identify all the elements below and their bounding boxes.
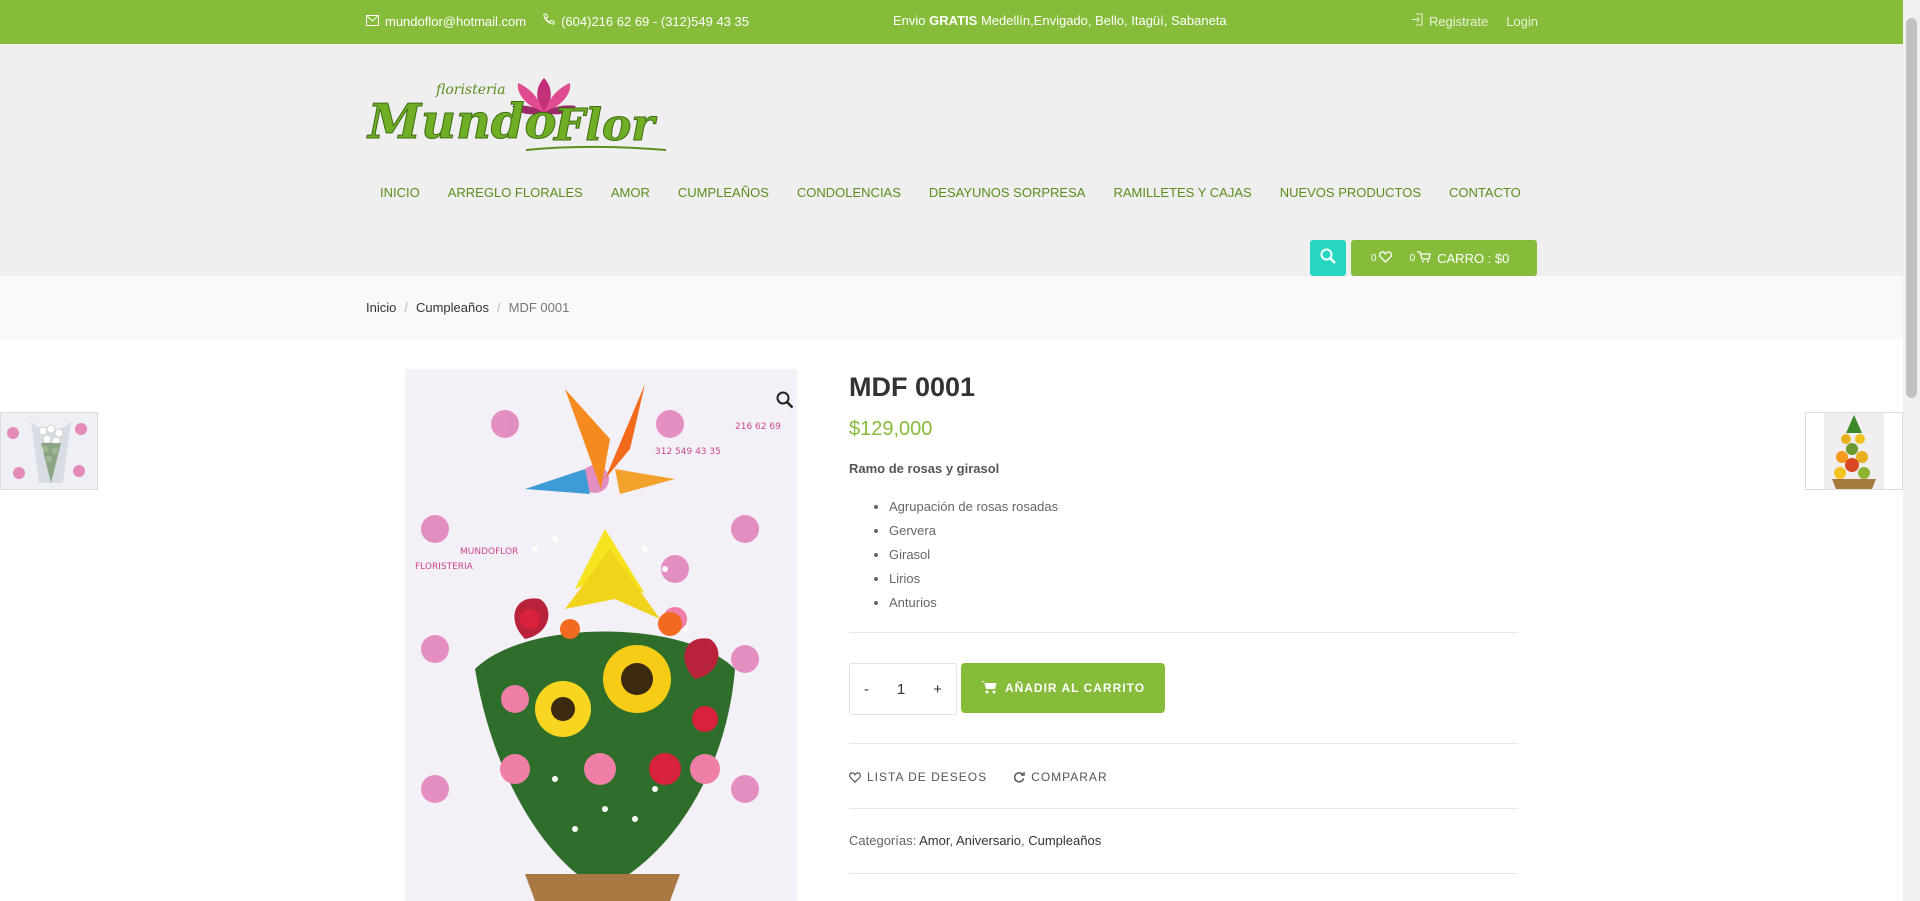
add-to-cart-button[interactable]: AÑADIR AL CARRITO [961,663,1165,713]
svg-text:Mundo: Mundo [366,94,557,150]
email-text: mundoflor@hotmail.com [385,13,527,29]
nav-condolencias[interactable]: CONDOLENCIAS [783,180,915,205]
svg-text:216 62 69: 216 62 69 [735,422,781,432]
nav-arreglo-florales[interactable]: ARREGLO FLORALES [434,180,597,205]
wishlist-label: LISTA DE DESEOS [867,770,988,784]
breadcrumb-home[interactable]: Inicio [366,300,396,315]
nav-nuevos-productos[interactable]: NUEVOS PRODUCTOS [1266,180,1435,205]
search-button[interactable] [1310,240,1346,276]
breadcrumb-separator: / [404,300,408,315]
breadcrumb-current: MDF 0001 [508,300,570,315]
product-features: Agrupación de rosas rosadas Gervera Gira… [849,495,1058,615]
divider [849,873,1518,874]
category-link[interactable]: Cumpleaños [1028,833,1101,848]
nav-ramilletes-y-cajas[interactable]: RAMILLETES Y CAJAS [1099,180,1265,205]
breadcrumb-bar [0,276,1903,340]
scrollbar-thumb[interactable] [1906,18,1917,398]
product-price: $129,000 [849,418,933,440]
breadcrumb: Inicio / Cumpleaños / MDF 0001 [366,300,569,315]
divider [849,808,1518,809]
shipping-notice: Envio GRATIS Medellín,Envigado, Bello, I… [893,13,1227,28]
svg-text:312 549 43 35: 312 549 43 35 [655,447,721,457]
svg-text:Flor: Flor [552,100,657,151]
category-link[interactable]: Amor [919,833,949,848]
shipping-prefix: Envio [893,13,926,28]
cart-button[interactable]: 0 0 CARRO : $0 [1351,240,1537,276]
zoom-icon[interactable] [776,391,794,414]
quantity-input[interactable]: 1 [897,681,905,698]
feature-item: Anturios [889,591,1058,615]
phone-text: (604)216 62 69 - (312)549 43 35 [561,13,750,29]
phone-icon [542,13,555,29]
breadcrumb-category[interactable]: Cumpleaños [416,300,489,315]
divider [849,743,1518,744]
register-label: Registrate [1428,13,1489,29]
quantity-stepper: - 1 + [849,663,957,715]
login-icon [1411,13,1423,29]
divider [849,632,1518,633]
product-subtitle: Ramo de rosas y girasol [849,461,1000,476]
cart-icon [980,680,997,697]
cart-icon [1417,250,1431,266]
cart-count: 0 [1409,252,1416,264]
heart-icon[interactable] [1378,250,1392,266]
quantity-increase-button[interactable]: + [933,681,942,698]
nav-contacto[interactable]: CONTACTO [1435,180,1535,205]
cart-label: CARRO : $0 [1437,250,1510,266]
site-logo[interactable]: floristeria Mundo Flor [366,68,676,158]
product-actions: LISTA DE DESEOS COMPARAR [849,770,1108,784]
feature-item: Lirios [889,567,1058,591]
login-link[interactable]: Login [1506,14,1538,29]
shipping-suffix: Medellín,Envigado, Bello, Itagüí, Sabane… [980,13,1227,28]
heart-icon [849,771,861,783]
wishlist-count: 0 [1371,252,1377,264]
search-icon [1320,248,1336,269]
nav-desayunos-sorpresa[interactable]: DESAYUNOS SORPRESA [915,180,1100,205]
refresh-icon [1013,771,1025,783]
svg-text:MUNDOFLOR: MUNDOFLOR [460,547,518,557]
product-categories: Categorías: Amor, Aniversario, Cumpleaño… [849,833,1102,848]
compare-label: COMPARAR [1031,770,1108,784]
header [0,44,1903,276]
email-contact[interactable]: mundoflor@hotmail.com [366,14,526,29]
quantity-decrease-button[interactable]: - [864,681,869,698]
phone-contact[interactable]: (604)216 62 69 - (312)549 43 35 [542,13,749,29]
svg-text:FLORISTERIA: FLORISTERIA [415,562,474,572]
main-nav: INICIO ARREGLO FLORALES AMOR CUMPLEAÑOS … [366,180,1535,205]
nav-amor[interactable]: AMOR [597,180,664,205]
categories-label: Categorías: [849,833,917,848]
mail-icon [366,14,379,29]
feature-item: Gervera [889,519,1058,543]
wishlist-button[interactable]: LISTA DE DESEOS [849,770,987,784]
scrollbar[interactable] [1903,0,1920,901]
next-product-thumbnail[interactable] [1805,412,1903,490]
product-title: MDF 0001 [849,372,976,402]
shipping-bold: GRATIS [929,13,978,28]
register-link[interactable]: Registrate [1411,13,1488,29]
breadcrumb-separator: / [496,300,501,315]
add-to-cart-label: AÑADIR AL CARRITO [1004,681,1146,695]
category-link[interactable]: Aniversario [956,833,1021,848]
previous-product-thumbnail[interactable] [0,412,98,490]
compare-button[interactable]: COMPARAR [1013,770,1107,784]
feature-item: Girasol [889,543,1058,567]
nav-cumpleanos[interactable]: CUMPLEAÑOS [664,180,783,205]
feature-item: Agrupación de rosas rosadas [889,495,1058,519]
product-image[interactable]: FLORISTERIA 216 62 69 312 549 43 35 MUNDOF… [405,369,797,901]
nav-inicio[interactable]: INICIO [366,180,434,205]
top-bar: mundoflor@hotmail.com (604)216 62 69 - (… [0,0,1903,44]
